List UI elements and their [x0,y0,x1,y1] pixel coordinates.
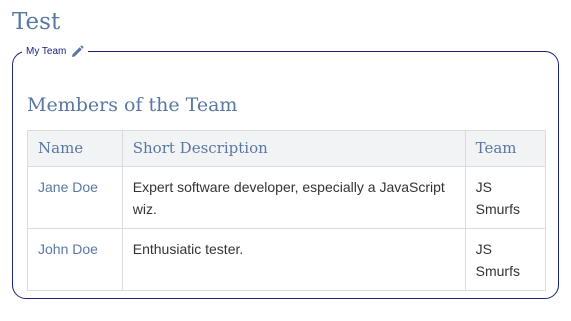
member-name-link[interactable]: Jane Doe [38,179,98,195]
column-header-name: Name [27,130,123,167]
member-name-link[interactable]: John Doe [38,241,98,257]
name-cell: Jane Doe [27,166,123,229]
fieldset-legend: My Team [22,44,89,60]
column-header-description: Short Description [121,130,466,167]
table-header-row: Name Short Description Team [27,130,547,167]
team-fieldset: My Team Members of the Team Name Short D… [12,44,559,299]
description-cell: Expert software developer, especially a … [121,166,466,229]
description-cell: Enthusiatic tester. [121,228,466,291]
page-title: Test [12,9,61,35]
column-header-team: Team [464,130,547,167]
table-row: Jane Doe Expert software developer, espe… [27,166,547,229]
team-cell: JS Smurfs [464,166,547,229]
members-table: Name Short Description Team Jane Doe Exp… [27,130,547,291]
section-heading: Members of the Team [27,94,238,116]
table-row: John Doe Enthusiatic tester. JS Smurfs [27,228,547,291]
team-cell: JS Smurfs [464,228,547,291]
legend-label: My Team [26,46,67,57]
pencil-icon[interactable] [70,45,84,59]
name-cell: John Doe [27,228,123,291]
